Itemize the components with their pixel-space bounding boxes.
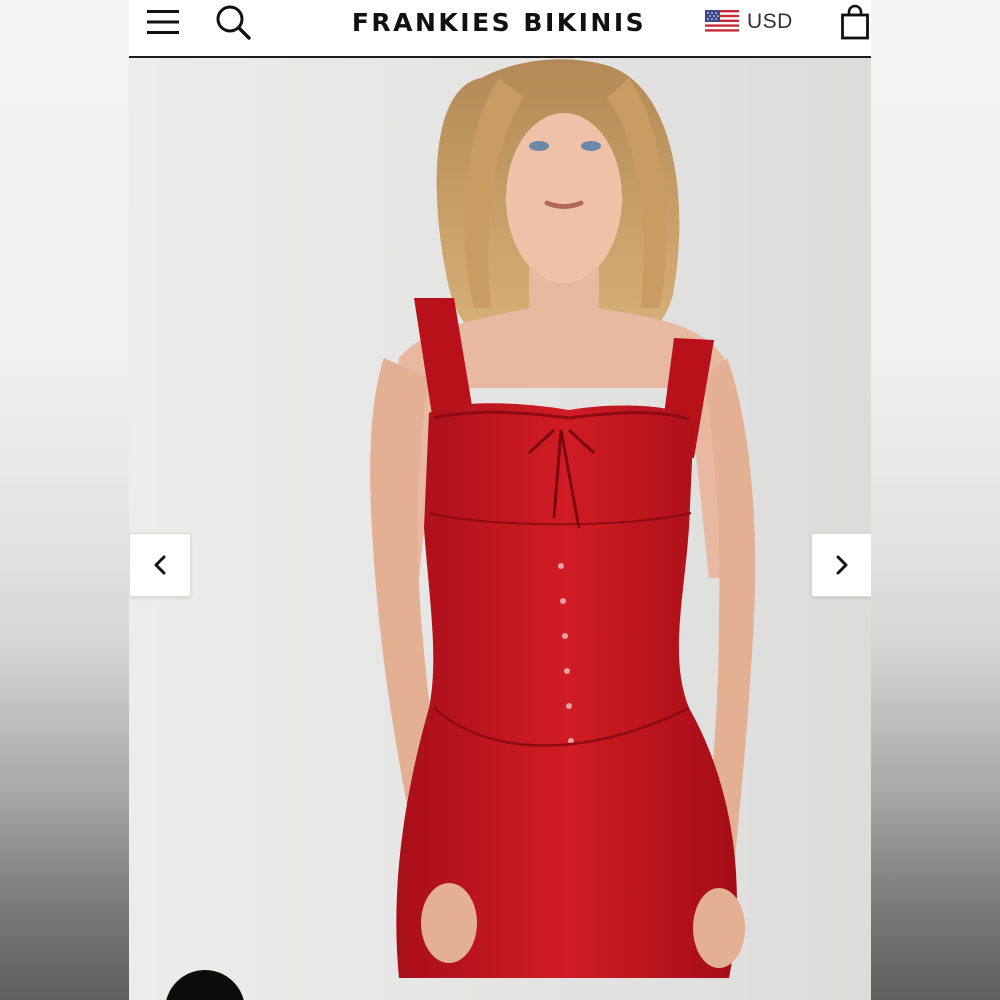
chevron-left-icon — [154, 555, 166, 575]
us-flag-icon — [705, 10, 739, 34]
currency-selector[interactable]: USD — [705, 8, 793, 36]
shopping-bag-icon[interactable] — [837, 2, 871, 42]
next-image-button[interactable] — [811, 533, 871, 597]
chevron-right-icon — [836, 555, 848, 575]
product-photo[interactable] — [129, 58, 871, 1000]
brand-logo[interactable]: FRANKIES BIKINIS — [329, 8, 669, 38]
mobile-screen: FRANKIES BIKINIS USD — [129, 0, 871, 1000]
backdrop-shade-left — [0, 360, 129, 1000]
hamburger-menu-icon[interactable] — [143, 6, 183, 38]
site-header: FRANKIES BIKINIS USD — [129, 0, 871, 58]
search-icon[interactable] — [213, 4, 253, 40]
previous-image-button[interactable] — [129, 533, 191, 597]
currency-label: USD — [747, 10, 793, 33]
backdrop-shade-right — [871, 360, 1000, 1000]
